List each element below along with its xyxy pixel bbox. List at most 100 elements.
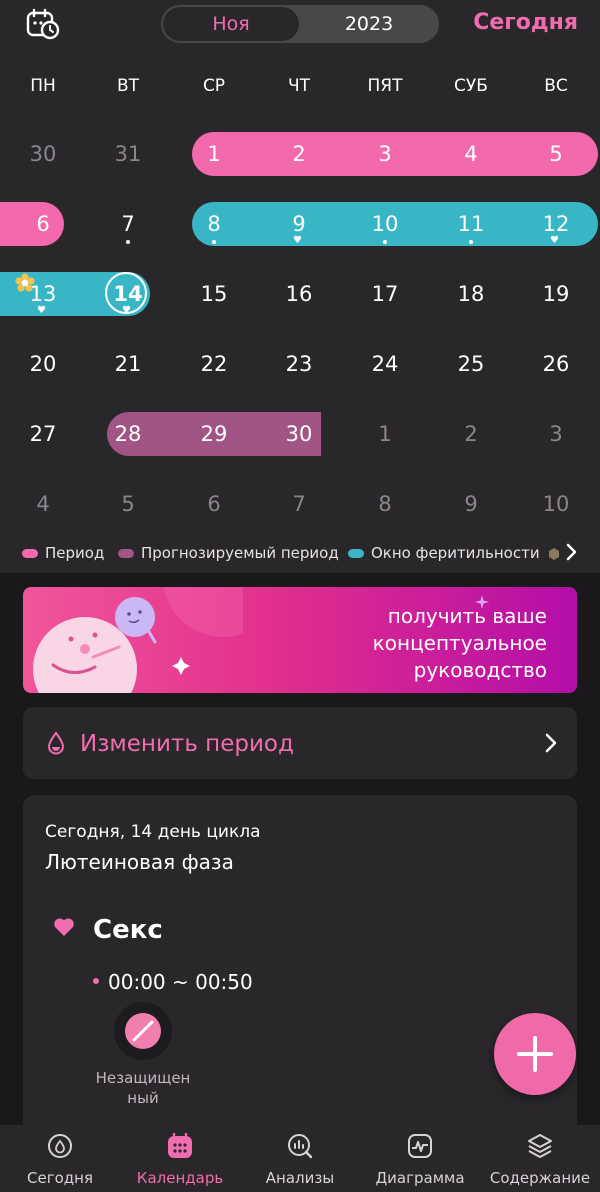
- heart-icon: ♥: [550, 235, 559, 246]
- tab-chart[interactable]: Диаграмма: [360, 1125, 480, 1192]
- legend-item-predicted: Прогнозируемый период: [118, 544, 339, 562]
- calendar-day[interactable]: 12 ♥: [513, 202, 599, 246]
- tab-label: Содержание: [489, 1169, 591, 1187]
- calendar-day[interactable]: 24: [342, 342, 428, 386]
- calendar-day[interactable]: 31: [85, 132, 171, 176]
- sex-time: 00:00 ~ 00:50: [108, 970, 253, 994]
- calendar-day[interactable]: 19: [513, 272, 599, 316]
- protection-line: Незащищен: [95, 1069, 191, 1087]
- tab-today[interactable]: Сегодня: [0, 1125, 120, 1192]
- calendar-day[interactable]: 30: [256, 412, 342, 456]
- calendar-day[interactable]: 28: [85, 412, 171, 456]
- calendar-day[interactable]: 20: [0, 342, 86, 386]
- weekday-header: ПН ВТ СР ЧТ ПЯТ СУБ ВС: [0, 76, 600, 100]
- calendar-day[interactable]: 22: [171, 342, 257, 386]
- weekday-label: ПЯТ: [367, 76, 403, 96]
- cycle-day-text: Сегодня, 14 день цикла: [45, 822, 261, 842]
- bullet-dot: [93, 978, 99, 984]
- weekday-label: ВТ: [116, 76, 140, 96]
- event-dot: [383, 240, 387, 244]
- calendar-day[interactable]: 1: [171, 132, 257, 176]
- promo-banner[interactable]: получить ваше концептуальное руководство: [23, 587, 577, 693]
- calendar-day[interactable]: 6: [0, 202, 86, 246]
- legend-label: Период: [45, 544, 105, 562]
- day-number: 12: [542, 212, 570, 236]
- calendar-day[interactable]: 2: [256, 132, 342, 176]
- calendar-day[interactable]: 29: [171, 412, 257, 456]
- calendar-day[interactable]: 1: [342, 412, 428, 456]
- promo-text: получить ваше концептуальное руководство: [247, 603, 547, 684]
- calendar-day[interactable]: 4: [428, 132, 514, 176]
- legend-item-fertile: Окно феритильности: [348, 544, 540, 562]
- legend-swatch: [348, 548, 364, 558]
- calendar-day[interactable]: 13 ♥: [0, 272, 86, 316]
- tab-label: Календарь: [136, 1169, 224, 1187]
- calendar-day[interactable]: 5: [513, 132, 599, 176]
- calendar-day[interactable]: 10: [342, 202, 428, 246]
- cycle-info-card: Сегодня, 14 день цикла Лютеиновая фаза С…: [23, 795, 577, 1135]
- day-number: 7: [121, 212, 135, 236]
- promo-line: концептуальное: [372, 631, 547, 655]
- bottom-tab-bar: Сегодня Календарь Анализы Диаграмма Соде…: [0, 1125, 600, 1192]
- promo-line: получить ваше: [387, 604, 547, 628]
- calendar-clock-icon[interactable]: [26, 8, 60, 40]
- calendar-day[interactable]: 30: [0, 132, 86, 176]
- calendar-day[interactable]: 3: [342, 132, 428, 176]
- calendar-day[interactable]: 8: [342, 482, 428, 526]
- calendar-day[interactable]: 8: [171, 202, 257, 246]
- mascot-illustration: [33, 587, 243, 693]
- day-number: 8: [207, 212, 221, 236]
- calendar-day[interactable]: 6: [171, 482, 257, 526]
- event-dot: [126, 240, 130, 244]
- day-number: 11: [457, 212, 485, 236]
- calendar-day[interactable]: 25: [428, 342, 514, 386]
- calendar-day[interactable]: 10: [513, 482, 599, 526]
- ovulation-legend-icon: [549, 548, 559, 560]
- tab-content[interactable]: Содержание: [480, 1125, 600, 1192]
- year-selector[interactable]: 2023: [301, 7, 437, 41]
- legend-label: Окно феритильности: [371, 544, 540, 562]
- protection-label: Незащищен ный: [90, 1068, 196, 1108]
- day-number: 10: [371, 212, 399, 236]
- legend-swatch: [118, 548, 134, 558]
- drop-icon: [47, 731, 65, 755]
- today-button[interactable]: Сегодня: [473, 10, 578, 35]
- calendar-day[interactable]: 17: [342, 272, 428, 316]
- tab-label: Сегодня: [27, 1169, 93, 1187]
- legend-label: Прогнозируемый период: [141, 544, 339, 562]
- calendar-day[interactable]: 11: [428, 202, 514, 246]
- legend-swatch: [22, 548, 38, 558]
- heart-icon: ♥: [37, 305, 46, 316]
- edit-period-label: Изменить период: [80, 731, 294, 757]
- calendar-day[interactable]: 15: [171, 272, 257, 316]
- edit-period-button[interactable]: Изменить период: [23, 707, 577, 779]
- calendar-day[interactable]: 18: [428, 272, 514, 316]
- calendar-day[interactable]: 27: [0, 412, 86, 456]
- tab-analysis[interactable]: Анализы: [240, 1125, 360, 1192]
- month-selector[interactable]: Ноя: [163, 7, 299, 41]
- weekday-label: ЧТ: [287, 76, 311, 96]
- ovulation-flower-icon: [15, 273, 35, 292]
- calendar-day[interactable]: 9: [428, 482, 514, 526]
- calendar-day-today[interactable]: 14 ♥: [85, 272, 171, 316]
- calendar-day[interactable]: 16: [256, 272, 342, 316]
- calendar-day[interactable]: 9 ♥: [256, 202, 342, 246]
- add-button[interactable]: [494, 1013, 576, 1095]
- calendar-day[interactable]: 2: [428, 412, 514, 456]
- weekday-label: ПН: [30, 76, 56, 96]
- content-icon: [528, 1134, 552, 1158]
- calendar-day[interactable]: 23: [256, 342, 342, 386]
- calendar-day[interactable]: 26: [513, 342, 599, 386]
- sex-section-title: Секс: [93, 915, 163, 945]
- calendar-day[interactable]: 4: [0, 482, 86, 526]
- calendar-day[interactable]: 5: [85, 482, 171, 526]
- calendar-day[interactable]: 7: [256, 482, 342, 526]
- legend-item-period: Период: [22, 544, 104, 562]
- calendar-day[interactable]: 21: [85, 342, 171, 386]
- chart-icon: [408, 1134, 432, 1158]
- tab-calendar[interactable]: Календарь: [120, 1125, 240, 1192]
- calendar-day[interactable]: 3: [513, 412, 599, 456]
- chevron-right-icon[interactable]: [562, 540, 582, 564]
- calendar-day[interactable]: 7: [85, 202, 171, 246]
- unprotected-icon[interactable]: [113, 1001, 173, 1061]
